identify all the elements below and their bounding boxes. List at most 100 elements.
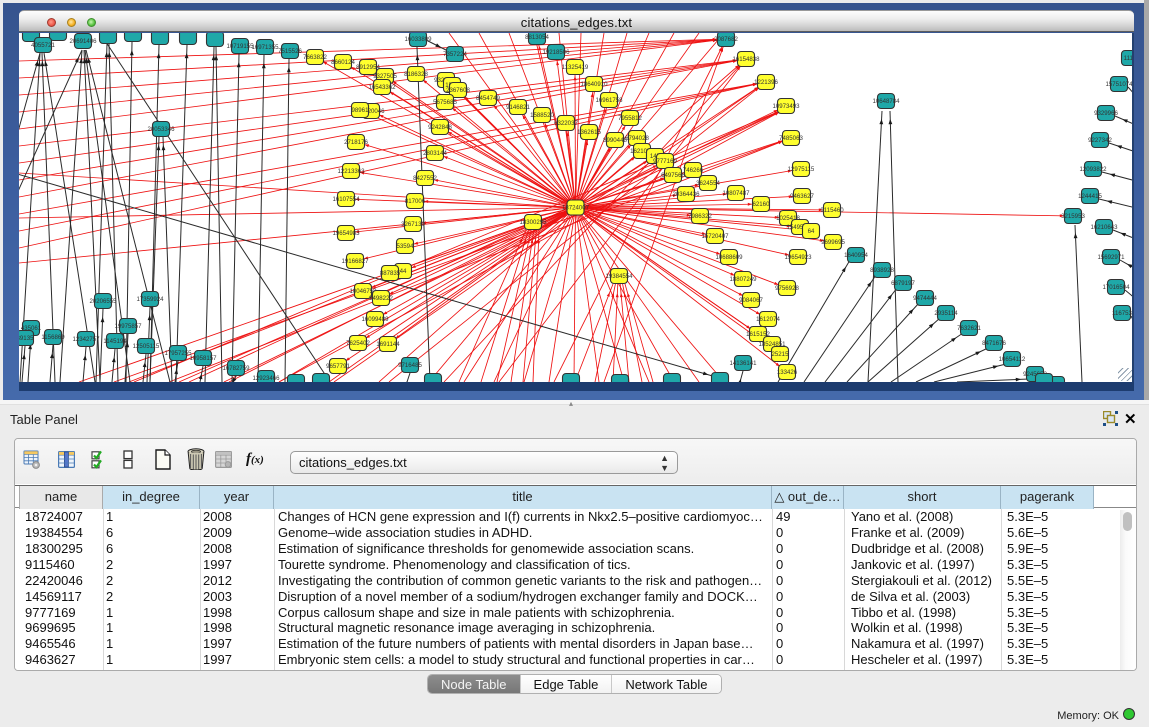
svg-text:9699695: 9699695 (821, 239, 845, 246)
svg-text:7955812: 7955812 (618, 115, 642, 122)
svg-text:1588520: 1588520 (530, 112, 554, 119)
svg-text:12093822: 12093822 (1079, 166, 1107, 173)
svg-text:2087682: 2087682 (714, 36, 738, 43)
svg-text:1640954: 1640954 (844, 252, 868, 259)
svg-text:7485063: 7485063 (779, 135, 803, 142)
svg-text:9777169: 9777169 (653, 158, 677, 165)
svg-text:16154838: 16154838 (732, 56, 760, 63)
svg-text:6322037: 6322037 (554, 120, 578, 127)
svg-text:1612074: 1612074 (756, 316, 780, 323)
svg-text:14136141: 14136141 (729, 360, 757, 367)
svg-text:1156869: 1156869 (41, 334, 65, 341)
svg-text:9146821: 9146821 (506, 104, 530, 111)
svg-text:20053346: 20053346 (147, 126, 175, 133)
svg-text:18724007: 18724007 (562, 205, 590, 212)
svg-text:10958157: 10958157 (189, 355, 217, 362)
svg-text:9756928: 9756928 (775, 285, 799, 292)
svg-text:12505115: 12505115 (133, 343, 160, 350)
svg-text:8813054: 8813054 (525, 34, 549, 41)
svg-text:20206555: 20206555 (89, 298, 117, 305)
svg-text:19166827: 19166827 (341, 258, 369, 265)
svg-text:2935114: 2935114 (934, 310, 958, 317)
svg-text:8938928: 8938928 (870, 267, 894, 274)
svg-text:16107554: 16107554 (332, 196, 360, 203)
svg-text:9716485: 9716485 (398, 362, 422, 369)
svg-text:8660124: 8660124 (331, 59, 355, 66)
svg-text:16099489: 16099489 (361, 316, 389, 323)
svg-text:1145194: 1145194 (103, 338, 127, 345)
svg-text:8454749: 8454749 (476, 95, 500, 102)
svg-text:12975115: 12975115 (788, 166, 815, 173)
svg-text:16971355: 16971355 (251, 44, 279, 51)
svg-text:12923466: 12923466 (252, 375, 280, 382)
svg-text:3267130: 3267130 (401, 221, 425, 228)
svg-text:817006: 817006 (405, 198, 426, 205)
svg-text:12342757: 12342757 (72, 336, 100, 343)
svg-text:9329966: 9329966 (1094, 110, 1118, 117)
svg-text:25215: 25215 (772, 351, 790, 358)
svg-text:6497568: 6497568 (661, 172, 685, 179)
svg-text:6794028: 6794028 (625, 135, 649, 142)
svg-text:19218506: 19218506 (542, 49, 570, 56)
svg-text:10654112: 10654112 (999, 356, 1026, 363)
svg-text:15692971: 15692971 (1097, 254, 1125, 261)
svg-text:17016504: 17016504 (1102, 284, 1130, 291)
svg-text:16961758: 16961758 (595, 97, 623, 104)
svg-text:16543362: 16543362 (368, 84, 396, 91)
svg-text:9498222: 9498222 (369, 295, 393, 302)
svg-text:7357224: 7357224 (443, 51, 467, 58)
svg-text:1244415: 1244415 (1078, 193, 1102, 200)
svg-text:2803144: 2803144 (423, 150, 447, 157)
svg-text:3624554: 3624554 (696, 180, 720, 187)
svg-text:8186328: 8186328 (404, 71, 428, 78)
svg-text:15720407: 15720407 (701, 233, 729, 240)
svg-text:17957255: 17957255 (164, 350, 192, 357)
svg-text:7632621: 7632621 (957, 325, 981, 332)
svg-text:6879197: 6879197 (891, 280, 915, 287)
svg-text:18640910: 18640910 (580, 81, 608, 88)
svg-text:16782759: 16782759 (222, 365, 250, 372)
svg-text:7663822: 7663822 (303, 54, 327, 61)
svg-text:11325419: 11325419 (562, 64, 589, 71)
svg-text:8990448: 8990448 (603, 137, 627, 144)
svg-text:2367608: 2367608 (446, 87, 470, 94)
svg-text:18300295: 18300295 (519, 219, 547, 226)
svg-text:19654983: 19654983 (332, 230, 360, 237)
svg-text:9474444: 9474444 (913, 295, 937, 302)
svg-text:9115460: 9115460 (820, 207, 844, 214)
svg-text:17359924: 17359924 (136, 296, 164, 303)
svg-text:887835: 887835 (380, 270, 401, 277)
svg-text:10973493: 10973493 (772, 103, 800, 110)
svg-text:2718176: 2718176 (344, 139, 368, 146)
svg-text:10807487: 10807487 (722, 190, 750, 197)
svg-text:16210643: 16210643 (1090, 224, 1118, 231)
svg-text:15751074: 15751074 (1105, 81, 1133, 88)
svg-text:44: 44 (400, 268, 407, 275)
svg-text:9463627: 9463627 (790, 193, 814, 200)
svg-text:20364436: 20364436 (672, 191, 700, 198)
svg-text:16033809: 16033809 (404, 36, 432, 43)
svg-text:1221396: 1221396 (754, 79, 778, 86)
svg-text:4055721: 4055721 (31, 42, 55, 49)
svg-text:746266: 746266 (683, 167, 704, 174)
svg-text:7515526: 7515526 (278, 48, 302, 55)
svg-text:98961: 98961 (352, 107, 370, 114)
svg-text:3215953: 3215953 (1061, 213, 1085, 220)
svg-text:8471676: 8471676 (982, 340, 1006, 347)
svg-text:9242848: 9242848 (428, 124, 452, 131)
svg-text:116753: 116753 (1112, 310, 1132, 317)
svg-text:20691406: 20691406 (69, 38, 97, 45)
svg-text:19654923: 19654923 (784, 254, 812, 261)
svg-text:64: 64 (808, 228, 815, 235)
svg-text:62160: 62160 (753, 201, 771, 208)
svg-text:1112: 1112 (1124, 55, 1134, 62)
svg-text:7986322: 7986322 (688, 213, 712, 220)
svg-text:19975857: 19975857 (114, 323, 142, 330)
svg-text:8427552: 8427552 (413, 175, 437, 182)
svg-text:10719155: 10719155 (226, 43, 254, 50)
svg-text:1362615: 1362615 (577, 129, 601, 136)
svg-text:53594: 53594 (397, 243, 415, 250)
svg-text:1691144: 1691144 (376, 341, 400, 348)
svg-text:18807249: 18807249 (729, 276, 757, 283)
svg-text:10648784: 10648784 (872, 98, 900, 105)
